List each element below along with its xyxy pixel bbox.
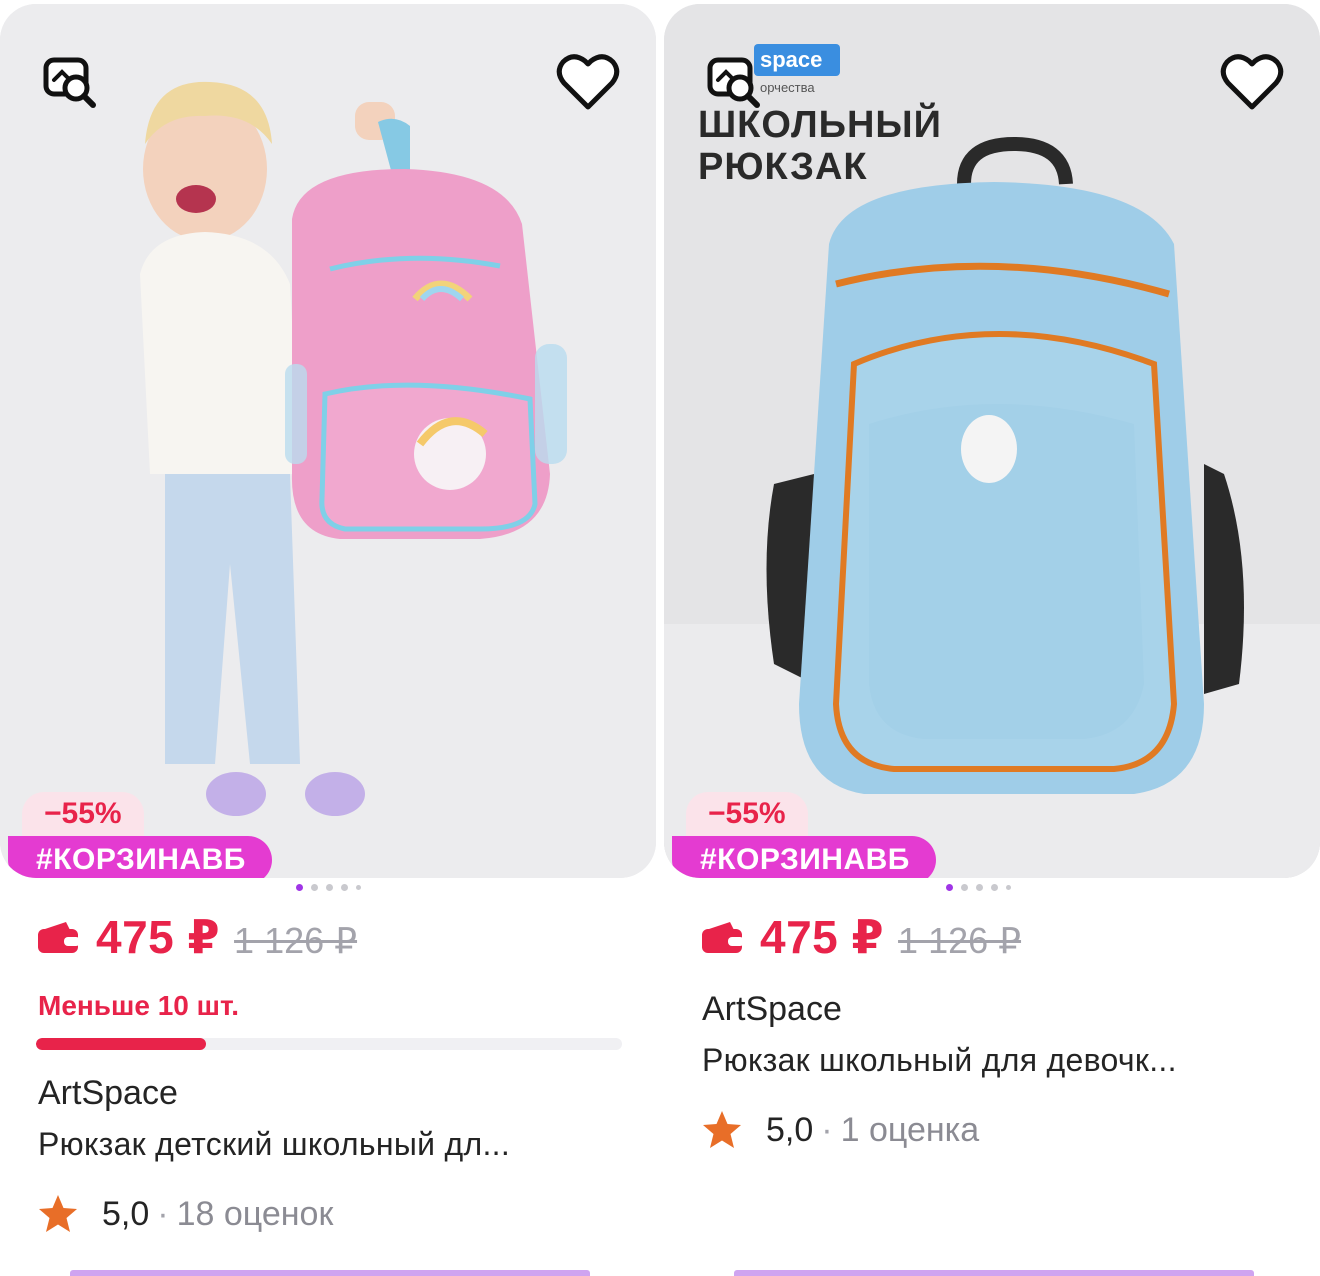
discount-badge: −55% [686, 792, 808, 836]
old-price: 1 126 ₽ [234, 920, 358, 961]
pager-dot [975, 884, 983, 891]
promo-tag: #КОРЗИНАВБ [8, 836, 272, 878]
wallet-icon [702, 922, 744, 953]
image-search-icon[interactable] [30, 42, 110, 122]
stock-bar [36, 1038, 622, 1050]
rating-row: 5,0 · 1 оценка [700, 1108, 979, 1152]
reviews-count[interactable]: 1 оценка [841, 1111, 980, 1150]
product-title[interactable]: Рюкзак школьный для девочк... [702, 1042, 1292, 1079]
rating-row: 5,0 · 18 оценок [36, 1192, 333, 1236]
image-pager-dots [650, 884, 1306, 891]
rating-separator: · [157, 1194, 169, 1233]
rating-separator: · [821, 1110, 833, 1149]
stock-text: Меньше 10 шт. [38, 990, 240, 1021]
pager-dot-active [295, 884, 303, 891]
next-card-edge [70, 1270, 590, 1276]
heart-icon[interactable] [548, 42, 628, 122]
old-price: 1 126 ₽ [898, 920, 1022, 961]
star-icon [39, 1195, 77, 1232]
image-search-icon[interactable] [694, 42, 774, 122]
product-image[interactable]: space орчества ШКОЛЬНЫЙ РЮКЗАК −55% #КОР… [664, 4, 1320, 878]
price-row: 475 ₽ 1 126 ₽ [36, 910, 357, 964]
product-image[interactable]: −55% #КОРЗИНАВБ [0, 4, 656, 878]
brand-name[interactable]: ArtSpace [38, 1074, 178, 1113]
wallet-icon [38, 922, 80, 953]
promo-tag: #КОРЗИНАВБ [672, 836, 936, 878]
pager-dot [355, 885, 361, 890]
current-price: 475 ₽ [96, 911, 221, 963]
brand-name[interactable]: ArtSpace [702, 990, 842, 1029]
product-card-1[interactable]: −55% #КОРЗИНАВБ 475 ₽ 1 126 ₽ Меньше 10 … [0, 0, 656, 1276]
product-photo-art [0, 4, 656, 878]
pager-dot [1005, 885, 1011, 890]
price-row: 475 ₽ 1 126 ₽ [700, 910, 1021, 964]
product-card-2[interactable]: space орчества ШКОЛЬНЫЙ РЮКЗАК −55% #КОР… [664, 0, 1320, 1276]
pager-dot [310, 884, 318, 891]
rating-score: 5,0 [102, 1194, 150, 1233]
image-headline-line2: РЮКЗАК [698, 146, 868, 188]
pager-dot-active [945, 884, 953, 891]
image-pager-dots [0, 884, 656, 891]
next-card-edge [734, 1270, 1254, 1276]
pager-dot [990, 884, 998, 891]
discount-badge: −55% [22, 792, 144, 836]
current-price: 475 ₽ [760, 911, 885, 963]
rating-score: 5,0 [766, 1110, 814, 1149]
stock-bar-fill [36, 1038, 206, 1050]
pager-dot [325, 884, 333, 891]
product-title[interactable]: Рюкзак детский школьный дл... [38, 1126, 628, 1163]
heart-icon[interactable] [1212, 42, 1292, 122]
pager-dot [960, 884, 968, 891]
pager-dot [340, 884, 348, 891]
reviews-count[interactable]: 18 оценок [177, 1195, 334, 1234]
star-icon [703, 1111, 741, 1148]
